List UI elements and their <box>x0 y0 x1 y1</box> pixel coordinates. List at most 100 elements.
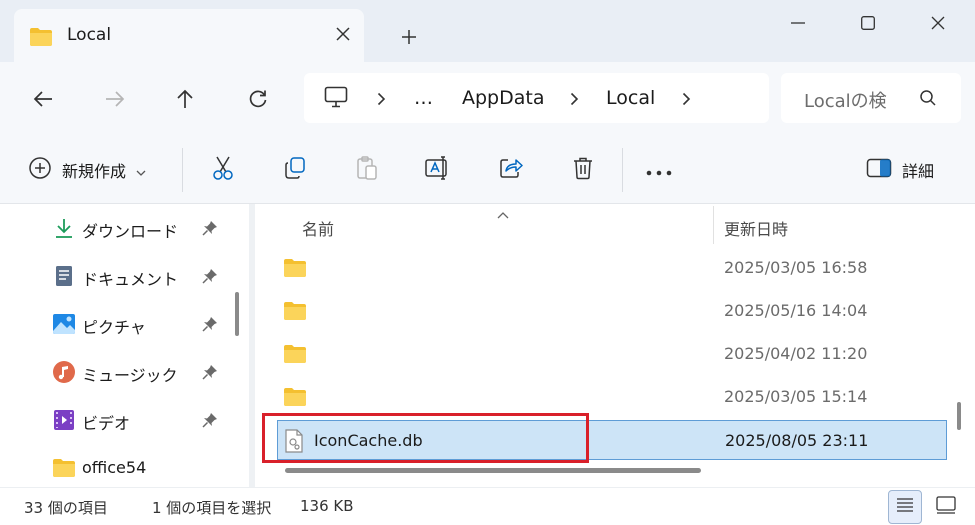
new-button-label: 新規作成 <box>62 162 127 181</box>
new-tab-icon[interactable] <box>396 24 422 50</box>
navigation-pane: ダウンロード ドキュメント ピクチャ ミュージック ビデオ office54 <box>0 204 249 487</box>
more-options-button[interactable] <box>644 154 674 186</box>
sidebar-item-label: office54 <box>82 458 147 477</box>
pin-icon[interactable] <box>202 268 218 288</box>
folder-icon <box>283 344 307 368</box>
sidebar-item-label: ドキュメント <box>82 270 179 289</box>
table-row[interactable]: 2025/05/16 14:04 <box>277 291 947 331</box>
column-header-date[interactable]: 更新日時 <box>724 216 788 240</box>
sidebar-item-documents[interactable]: ドキュメント <box>0 256 230 296</box>
download-icon <box>52 216 76 240</box>
sidebar-item-label: ミュージック <box>82 366 178 385</box>
share-button[interactable] <box>496 154 526 186</box>
sidebar-item-downloads[interactable]: ダウンロード <box>0 208 230 248</box>
video-icon <box>52 408 76 432</box>
sort-ascending-icon[interactable] <box>497 204 509 223</box>
folder-icon <box>283 301 307 325</box>
table-row[interactable]: 2025/03/05 16:58 <box>277 248 947 288</box>
navigation-bar: … AppData Local Localの検 <box>0 62 975 134</box>
trash-icon <box>572 156 594 184</box>
toolbar-separator <box>622 148 623 192</box>
folder-icon <box>52 456 76 480</box>
breadcrumb-overflow[interactable]: … <box>414 87 433 109</box>
folder-icon <box>283 258 307 282</box>
copy-icon <box>283 156 307 184</box>
table-row[interactable]: 2025/04/02 11:20 <box>277 334 947 374</box>
pin-icon[interactable] <box>202 364 218 384</box>
navigation-scrollbar[interactable] <box>235 292 239 336</box>
rename-button[interactable] <box>422 154 452 186</box>
close-tab-icon[interactable] <box>332 23 354 45</box>
plus-circle-icon <box>28 156 52 184</box>
title-bar: Local <box>0 0 975 62</box>
new-button[interactable]: 新規作成 <box>28 154 146 186</box>
sidebar-item-music[interactable]: ミュージック <box>0 352 230 392</box>
selection-size: 136 KB <box>300 497 354 515</box>
tile-view-icon <box>936 496 956 518</box>
pin-icon[interactable] <box>202 412 218 432</box>
file-date: 2025/03/05 16:58 <box>724 258 868 277</box>
up-arrow-icon[interactable] <box>168 82 202 116</box>
file-date: 2025/04/02 11:20 <box>724 344 868 363</box>
chevron-right-icon[interactable] <box>570 91 579 110</box>
horizontal-scrollbar[interactable] <box>285 468 701 473</box>
copy-button[interactable] <box>280 154 310 186</box>
search-box[interactable]: Localの検 <box>781 73 961 123</box>
more-icon <box>646 161 672 180</box>
document-icon <box>52 264 76 288</box>
close-window-icon[interactable] <box>918 8 958 38</box>
column-header-name[interactable]: 名前 <box>302 216 334 240</box>
toolbar-separator <box>182 148 183 192</box>
status-bar: 33 個の項目 1 個の項目を選択 136 KB <box>0 487 975 525</box>
search-input[interactable]: Localの検 <box>804 87 887 113</box>
pin-icon[interactable] <box>202 316 218 336</box>
sidebar-item-label: ピクチャ <box>82 318 146 337</box>
red-highlight-box <box>262 413 589 463</box>
chevron-right-icon[interactable] <box>377 91 386 110</box>
breadcrumb-local[interactable]: Local <box>606 87 655 109</box>
tiles-view-button[interactable] <box>929 490 963 524</box>
refresh-icon[interactable] <box>241 82 275 116</box>
sidebar-item-label: ダウンロード <box>82 222 179 241</box>
sidebar-item-pictures[interactable]: ピクチャ <box>0 304 230 344</box>
music-icon <box>52 360 76 384</box>
computer-icon[interactable] <box>324 86 348 112</box>
clipboard-icon <box>355 155 379 185</box>
scissors-icon <box>211 155 235 185</box>
file-date: 2025/05/16 14:04 <box>724 301 868 320</box>
table-row[interactable]: 2025/03/05 15:14 <box>277 377 947 417</box>
back-arrow-icon[interactable] <box>26 82 60 116</box>
folder-icon <box>283 387 307 411</box>
maximize-icon[interactable] <box>848 8 888 38</box>
cut-button[interactable] <box>208 154 238 186</box>
forward-arrow-icon[interactable] <box>98 82 132 116</box>
paste-button[interactable] <box>352 154 382 186</box>
address-bar[interactable]: … AppData Local <box>304 73 769 123</box>
details-pane-button[interactable]: 詳細 <box>866 154 934 186</box>
file-date: 2025/03/05 15:14 <box>724 387 868 406</box>
vertical-scrollbar[interactable] <box>957 402 961 430</box>
minimize-icon[interactable] <box>778 8 818 38</box>
folder-icon <box>29 27 53 51</box>
chevron-down-icon <box>136 161 146 180</box>
file-date: 2025/08/05 23:11 <box>725 431 869 450</box>
sidebar-item-office54[interactable]: office54 <box>0 448 230 487</box>
selection-count: 1 個の項目を選択 <box>152 499 272 517</box>
command-bar: 新規作成 詳細 <box>0 134 975 204</box>
list-view-icon <box>896 497 914 517</box>
sidebar-item-label: ビデオ <box>82 414 131 433</box>
item-count: 33 個の項目 <box>24 499 108 517</box>
picture-icon <box>52 312 76 336</box>
search-icon[interactable] <box>919 89 937 111</box>
rename-icon <box>424 155 450 185</box>
sidebar-item-videos[interactable]: ビデオ <box>0 400 230 440</box>
tab-local[interactable]: Local <box>14 9 364 62</box>
file-list: 名前 更新日時 2025/03/05 16:58 2025/05/16 14:0… <box>255 204 975 487</box>
details-view-button[interactable] <box>888 490 922 524</box>
pin-icon[interactable] <box>202 220 218 240</box>
column-separator[interactable] <box>713 206 714 244</box>
delete-button[interactable] <box>568 154 598 186</box>
share-icon <box>498 156 524 184</box>
breadcrumb-appdata[interactable]: AppData <box>462 87 545 109</box>
chevron-right-icon[interactable] <box>682 91 691 110</box>
